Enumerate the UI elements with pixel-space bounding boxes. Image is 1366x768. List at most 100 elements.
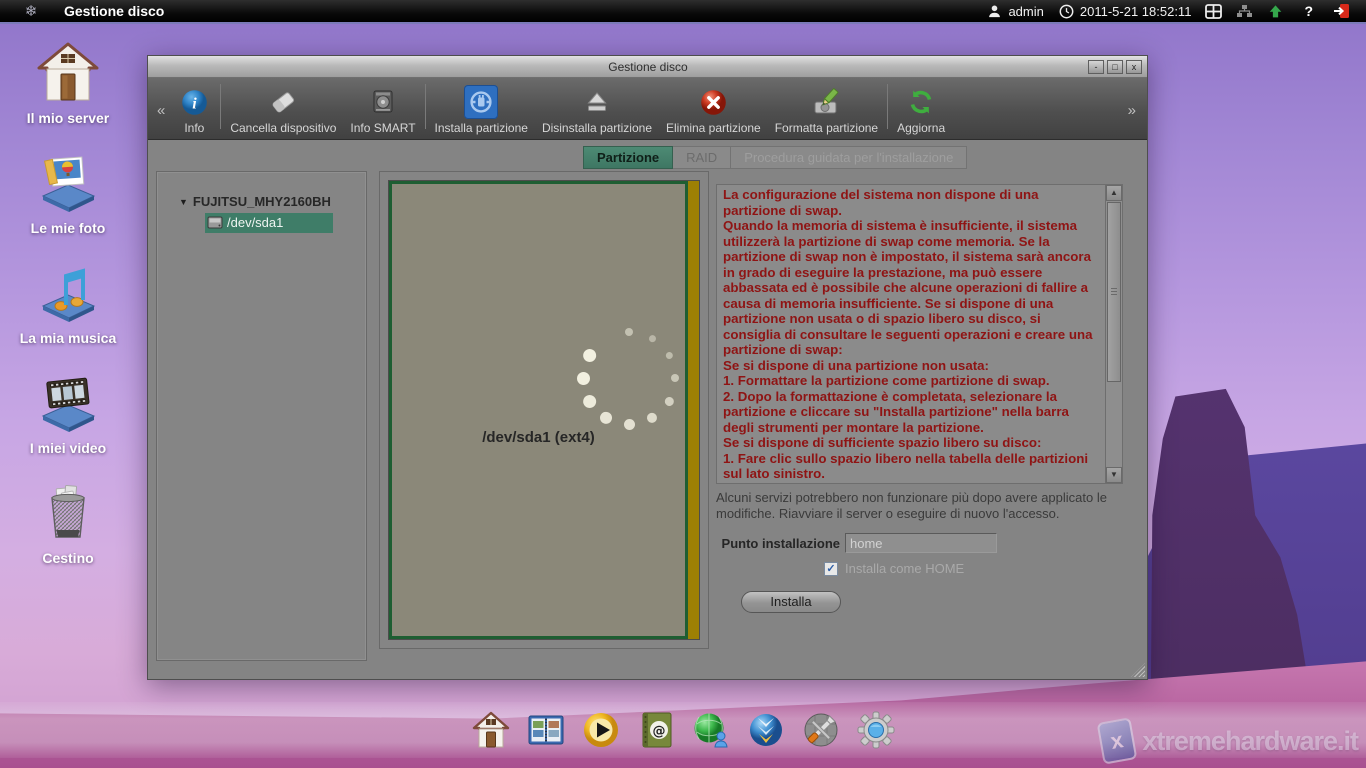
network-icon[interactable]	[1236, 3, 1253, 20]
desktop-icon-trash[interactable]: Cestino	[8, 478, 128, 566]
dock-chat-globe-icon[interactable]	[690, 709, 732, 751]
swap-warning-text: La configurazione del sistema non dispon…	[717, 185, 1105, 483]
svg-text:i: i	[192, 95, 197, 112]
tree-node-partition[interactable]: /dev/sda1	[205, 213, 366, 233]
toolbar-separator	[887, 84, 888, 129]
dock-photo-album-icon[interactable]	[525, 709, 567, 751]
desktop-icon-label: Cestino	[8, 550, 128, 566]
tree-node-device[interactable]: ▼ FUJITSU_MHY2160BH	[179, 194, 366, 209]
install-button[interactable]: Installa	[741, 591, 841, 613]
window-resize-grip[interactable]	[1131, 663, 1145, 677]
tab-partition[interactable]: Partizione	[583, 146, 673, 169]
partition-block-sda1[interactable]: /dev/sda1 (ext4)	[389, 181, 688, 639]
tab-raid[interactable]: RAID	[673, 146, 731, 169]
scroll-up-arrow[interactable]: ▲	[1106, 185, 1122, 201]
home-checkbox-label: Installa come HOME	[845, 561, 964, 576]
watermark: x xtremehardware.it	[1100, 720, 1358, 762]
install-as-home-row: ✓ Installa come HOME	[824, 561, 964, 576]
desktop-icon-label: I miei video	[8, 440, 128, 456]
watermark-logo-icon: x	[1097, 717, 1138, 764]
device-tree-panel: ▼ FUJITSU_MHY2160BH /dev/sda1	[156, 171, 367, 661]
dock-home-icon[interactable]	[470, 709, 512, 751]
eject-icon	[580, 85, 614, 119]
disk-management-window: Gestione disco - □ x « i Info Cancella d…	[147, 55, 1148, 680]
datetime-text: 2011-5-21 18:52:11	[1080, 4, 1192, 19]
desktop-icon-label: La mia musica	[8, 330, 128, 346]
scroll-thumb[interactable]	[1107, 202, 1121, 382]
toolbar-separator	[425, 84, 426, 129]
disk-icon	[207, 216, 223, 229]
swap-info-box: La configurazione del sistema non dispon…	[716, 184, 1123, 484]
toolbar-button-mount-partition[interactable]: Installa partizione	[428, 82, 535, 135]
user-icon	[986, 3, 1003, 20]
toolbar-button-info[interactable]: i Info	[170, 82, 218, 135]
system-logo-icon[interactable]: ❄	[22, 2, 40, 20]
videos-icon	[8, 368, 128, 434]
smart-disk-icon	[366, 85, 400, 119]
toolbar-button-format-partition[interactable]: Formatta partizione	[768, 82, 885, 135]
music-icon	[8, 258, 128, 324]
help-icon[interactable]: ?	[1298, 3, 1319, 19]
close-button[interactable]: x	[1126, 60, 1142, 74]
maximize-button[interactable]: □	[1107, 60, 1123, 74]
toolbar-separator	[220, 84, 221, 129]
home-checkbox[interactable]: ✓	[824, 562, 838, 576]
partition-block-free-space[interactable]	[688, 181, 699, 639]
scrollbar[interactable]: ▲ ▼	[1105, 185, 1122, 483]
dock-tools-icon[interactable]	[800, 709, 842, 751]
desktop: ❄ Gestione disco admin 2011-5-21 18:52:1…	[0, 0, 1366, 768]
logout-icon[interactable]	[1333, 3, 1350, 20]
desktop-icon-server[interactable]: Il mio server	[8, 38, 128, 126]
delete-icon	[696, 85, 730, 119]
mount-point-label: Punto installazione	[704, 536, 840, 551]
partition-graphic: /dev/sda1 (ext4)	[388, 180, 700, 640]
eraser-icon	[266, 85, 300, 119]
toolbar-collapse-left[interactable]: «	[154, 102, 170, 135]
dock-media-player-icon[interactable]	[580, 709, 622, 751]
user-indicator: admin	[986, 3, 1043, 20]
dock-download-globe-icon[interactable]	[745, 709, 787, 751]
dock-address-book-icon[interactable]: @	[635, 709, 677, 751]
window-titlebar[interactable]: Gestione disco - □ x	[148, 56, 1147, 78]
window-toolbar: « i Info Cancella dispositivo Info SMART	[148, 78, 1147, 140]
desktop-icon-music[interactable]: La mia musica	[8, 258, 128, 346]
tree-expand-icon[interactable]: ▼	[179, 197, 188, 207]
photos-icon	[8, 148, 128, 214]
mount-partition-icon	[464, 85, 498, 119]
partition-name: /dev/sda1	[227, 215, 283, 230]
app-grid-icon[interactable]	[1205, 3, 1222, 20]
toolbar-collapse-right[interactable]: »	[1125, 102, 1141, 135]
tab-bar: Partizione RAID Procedura guidata per l'…	[583, 146, 967, 169]
svg-text:@: @	[652, 724, 665, 739]
tab-install-wizard[interactable]: Procedura guidata per l'installazione	[731, 146, 967, 169]
scroll-down-arrow[interactable]: ▼	[1106, 467, 1122, 483]
clock-icon	[1058, 3, 1075, 20]
desktop-icon-videos[interactable]: I miei video	[8, 368, 128, 456]
clock-indicator: 2011-5-21 18:52:11	[1058, 3, 1192, 20]
partition-map-panel: /dev/sda1 (ext4)	[379, 171, 709, 649]
toolbar-button-erase-device[interactable]: Cancella dispositivo	[223, 82, 343, 135]
device-name: FUJITSU_MHY2160BH	[193, 194, 331, 209]
partition-row-selected[interactable]: /dev/sda1	[205, 213, 333, 233]
desktop-icon-label: Il mio server	[8, 110, 128, 126]
toolbar-button-smart-info[interactable]: Info SMART	[343, 82, 422, 135]
toolbar-button-delete-partition[interactable]: Elimina partizione	[659, 82, 768, 135]
refresh-icon	[904, 85, 938, 119]
desktop-icon-photos[interactable]: Le mie foto	[8, 148, 128, 236]
minimize-button[interactable]: -	[1088, 60, 1104, 74]
dock-settings-gear-icon[interactable]	[855, 709, 897, 751]
mount-point-input[interactable]	[845, 533, 997, 553]
topbar-app-title: Gestione disco	[64, 3, 164, 19]
service-notice-text: Alcuni servizi potrebbero non funzionare…	[716, 490, 1124, 522]
upload-arrow-icon[interactable]	[1267, 3, 1284, 20]
partition-block-label: /dev/sda1 (ext4)	[482, 429, 595, 446]
toolbar-button-unmount-partition[interactable]: Disinstalla partizione	[535, 82, 659, 135]
trash-icon	[8, 478, 128, 544]
server-home-icon	[8, 38, 128, 104]
watermark-text: xtremehardware.it	[1142, 726, 1358, 757]
desktop-icon-label: Le mie foto	[8, 220, 128, 236]
toolbar-button-refresh[interactable]: Aggiorna	[890, 82, 952, 135]
window-title: Gestione disco	[208, 60, 1088, 74]
info-icon: i	[177, 85, 211, 119]
format-icon	[809, 85, 843, 119]
